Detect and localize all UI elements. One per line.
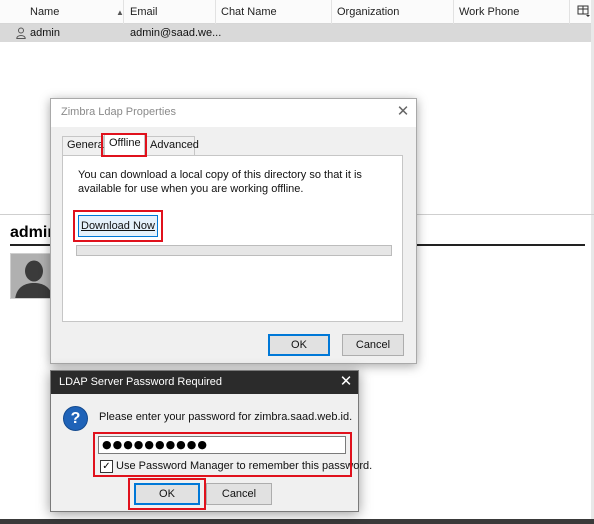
row-email: admin@saad.we... — [130, 27, 222, 39]
dialog-title: Zimbra Ldap Properties — [61, 106, 176, 118]
close-icon[interactable]: ✕ — [395, 104, 411, 120]
column-email[interactable]: Email — [124, 0, 216, 24]
table-row[interactable]: admin admin@saad.we... — [0, 24, 594, 42]
offline-tab-panel: You can download a local copy of this di… — [62, 155, 403, 322]
password-cancel-button[interactable]: Cancel — [206, 483, 272, 505]
cancel-button[interactable]: Cancel — [342, 334, 404, 356]
close-icon[interactable]: ✕ — [338, 374, 354, 390]
password-prompt: Please enter your password for zimbra.sa… — [99, 411, 353, 423]
column-work-phone[interactable]: Work Phone — [454, 0, 570, 24]
ldap-properties-dialog: Zimbra Ldap Properties ✕ General Offline… — [50, 98, 417, 364]
column-header-row: Name ▲ Email Chat Name Organization Work… — [0, 0, 594, 24]
offline-description: You can download a local copy of this di… — [78, 169, 362, 195]
highlight-download-button — [73, 210, 163, 242]
highlight-offline-tab — [101, 133, 147, 157]
highlight-password-area — [93, 432, 352, 477]
taskbar-edge — [0, 519, 594, 524]
column-organization[interactable]: Organization — [332, 0, 454, 24]
column-picker-icon[interactable] — [577, 4, 591, 18]
password-dialog: LDAP Server Password Required ✕ ? Please… — [50, 370, 372, 512]
ok-button[interactable]: OK — [268, 334, 330, 356]
password-dialog-titlebar[interactable]: LDAP Server Password Required ✕ — [51, 371, 358, 394]
person-icon — [16, 27, 26, 39]
column-name[interactable]: Name — [0, 0, 124, 24]
tab-advanced[interactable]: Advanced — [145, 136, 199, 155]
sort-ascending-icon: ▲ — [116, 8, 124, 17]
column-chat-name[interactable]: Chat Name — [216, 0, 332, 24]
tab-general[interactable]: General — [62, 136, 106, 155]
highlight-ok-button — [128, 478, 206, 510]
download-progress-bar — [76, 245, 392, 256]
row-name: admin — [30, 27, 60, 39]
password-dialog-title: LDAP Server Password Required — [59, 376, 223, 388]
question-icon: ? — [63, 406, 88, 431]
dialog-titlebar[interactable]: Zimbra Ldap Properties ✕ — [51, 99, 416, 127]
